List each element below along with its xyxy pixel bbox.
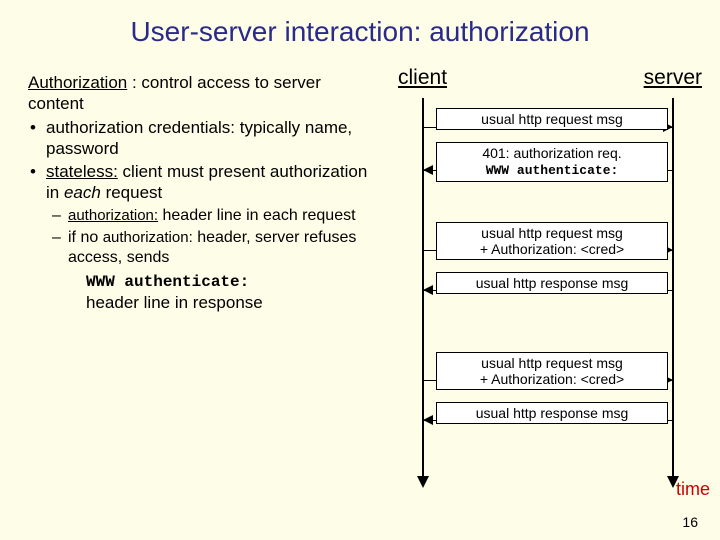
bullet-2-each: each	[64, 183, 101, 202]
tail-code: WWW authenticate:	[86, 272, 378, 292]
msg-box-5: usual http request msg + Authorization: …	[436, 352, 668, 390]
client-label: client	[398, 66, 447, 90]
page-number: 16	[682, 514, 698, 530]
msg-box-4: usual http response msg	[436, 272, 668, 294]
intro-line: Authorization : control access to server…	[28, 72, 378, 115]
msg-2b: WWW authenticate:	[486, 163, 619, 178]
bullet-list: authorization credentials: typically nam…	[28, 117, 378, 313]
tail-block: WWW authenticate: header line in respons…	[86, 272, 378, 313]
slide-body: Authorization : control access to server…	[0, 72, 720, 313]
client-lifeline-arrowhead-icon	[417, 476, 429, 488]
sequence-diagram: client server usual http request msg 401…	[384, 72, 714, 313]
server-label: server	[644, 66, 702, 90]
msg-2a: 401: authorization req.	[482, 145, 621, 161]
msg-5b: + Authorization: <cred>	[480, 371, 624, 387]
sub-bullet-1: authorization: header line in each reque…	[46, 206, 378, 226]
intro-label: Authorization	[28, 73, 127, 92]
bullet-1: authorization credentials: typically nam…	[28, 117, 378, 160]
msg-4: usual http response msg	[476, 275, 629, 291]
msg-3a: usual http request msg	[481, 225, 623, 241]
sub2-code: authorization:	[103, 229, 193, 246]
bullet-2-label: stateless:	[46, 162, 118, 181]
time-label: time	[676, 479, 710, 500]
msg-6: usual http response msg	[476, 405, 629, 421]
sub-bullet-2: if no authorization: header, server refu…	[46, 228, 378, 268]
server-lifeline	[672, 98, 674, 478]
sub2-a: if no	[68, 229, 103, 246]
sub-bullet-list: authorization: header line in each reque…	[46, 206, 378, 268]
msg-box-1: usual http request msg	[436, 108, 668, 130]
msg-3b: + Authorization: <cred>	[480, 241, 624, 257]
tail-rest: header line in response	[86, 292, 378, 313]
msg-1: usual http request msg	[481, 111, 623, 127]
sub1-rest: header line in each request	[158, 207, 355, 224]
msg-box-3: usual http request msg + Authorization: …	[436, 222, 668, 260]
bullet-2-text-d: request	[101, 183, 162, 202]
left-column: Authorization : control access to server…	[0, 72, 378, 313]
msg-box-2: 401: authorization req. WWW authenticate…	[436, 142, 668, 182]
sub1-code: authorization:	[68, 207, 158, 224]
slide-title: User-server interaction: authorization	[0, 0, 720, 48]
msg-5a: usual http request msg	[481, 355, 623, 371]
msg-box-6: usual http response msg	[436, 402, 668, 424]
bullet-2: stateless: client must present authoriza…	[28, 161, 378, 313]
bullet-1-text: authorization credentials: typically nam…	[46, 118, 352, 158]
